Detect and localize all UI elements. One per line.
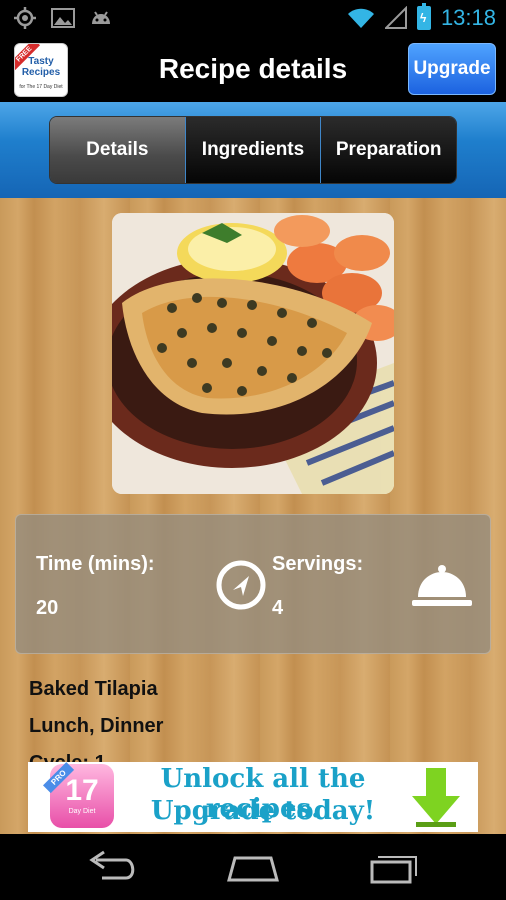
image-icon — [50, 6, 76, 30]
android-icon — [88, 6, 114, 30]
recipe-photo — [112, 213, 394, 494]
serving-cloche-icon — [412, 565, 472, 606]
tab-ingredients[interactable]: Ingredients — [184, 117, 321, 183]
status-bar: ϟ 13:18 — [0, 0, 506, 36]
ad-banner[interactable]: PRO 17 Day Diet Unlock all the recipes. … — [28, 762, 478, 832]
ad-subheadline: Upgrade today! — [150, 796, 376, 826]
recent-apps-icon[interactable] — [364, 848, 424, 886]
ad-logo-number: 17 — [65, 774, 99, 807]
battery-charging-icon: ϟ — [416, 3, 431, 30]
signal-icon — [384, 6, 407, 29]
segmented-tabs: Details Ingredients Preparation — [49, 116, 457, 184]
system-nav-bar — [0, 834, 506, 900]
upgrade-button[interactable]: Upgrade — [408, 43, 496, 95]
recipe-meals: Lunch, Dinner — [29, 715, 164, 737]
time-value: 20 — [36, 597, 59, 619]
download-arrow-icon — [412, 768, 460, 827]
ad-logo-subtitle: Day Diet — [68, 808, 96, 815]
home-icon[interactable] — [223, 848, 283, 886]
recipe-info-panel: Time (mins): 20 Servings: 4 — [15, 514, 491, 654]
tab-preparation[interactable]: Preparation — [320, 117, 456, 183]
clock-icon — [216, 560, 266, 610]
servings-value: 4 — [272, 597, 284, 619]
back-icon[interactable] — [82, 848, 142, 886]
action-bar: FREE Tasty Recipes for The 17 Day Diet R… — [0, 36, 506, 102]
clock-time: 13:18 — [440, 5, 496, 30]
recipe-name: Baked Tilapia — [29, 678, 158, 700]
pro-app-logo: PRO 17 Day Diet — [42, 762, 114, 828]
recipe-content[interactable]: Time (mins): 20 Servings: 4 Baked Tilapi… — [0, 198, 506, 834]
gps-icon — [12, 6, 38, 30]
servings-label: Servings: — [272, 553, 364, 575]
tab-bar: Details Ingredients Preparation — [0, 102, 506, 198]
time-label: Time (mins): — [36, 553, 155, 575]
wifi-icon — [347, 8, 374, 28]
tab-details[interactable]: Details — [50, 117, 185, 183]
